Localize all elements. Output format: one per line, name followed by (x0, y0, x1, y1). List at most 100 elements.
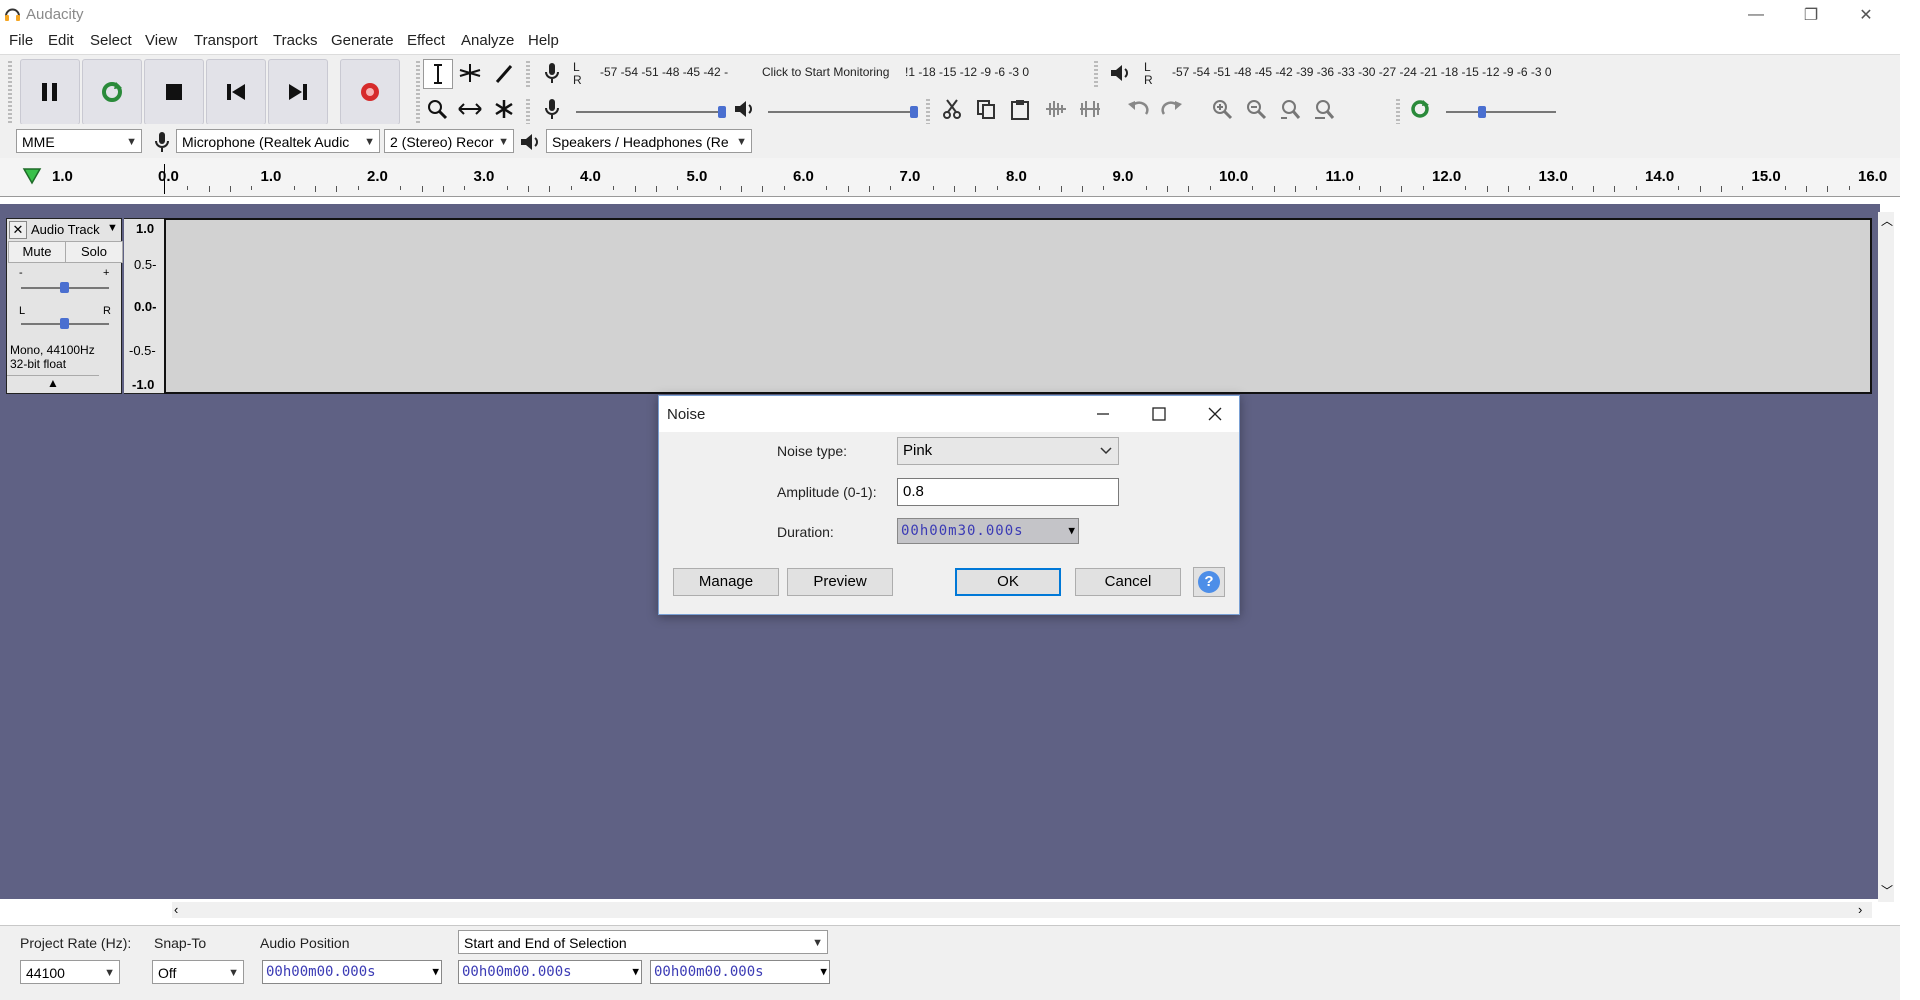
playback-volume-thumb[interactable] (910, 106, 918, 118)
dialog-minimize-icon[interactable] (1093, 404, 1113, 424)
minimize-button[interactable]: — (1728, 0, 1784, 29)
selection-start-value: 00h00m00.000s (462, 964, 572, 980)
play-head-icon[interactable] (22, 166, 42, 186)
mute-button[interactable]: Mute (8, 241, 66, 263)
zoom-out-icon[interactable] (1242, 95, 1270, 123)
fit-selection-icon[interactable] (1276, 95, 1304, 123)
toolbar-grip[interactable] (416, 61, 420, 129)
scroll-down-icon[interactable]: ﹀ (1881, 882, 1893, 899)
selection-start-field[interactable]: 00h00m00.000s ▼ (458, 960, 642, 984)
pan-slider-thumb[interactable] (60, 318, 69, 329)
duration-field[interactable]: 00h00m30.000s ▼ (897, 518, 1079, 544)
chevron-down-icon: ▼ (432, 965, 439, 978)
menu-effect[interactable]: Effect (407, 32, 445, 49)
gain-slider-thumb[interactable] (60, 282, 69, 293)
envelope-tool-icon[interactable] (456, 59, 484, 87)
close-button[interactable]: ✕ (1838, 0, 1894, 29)
skip-to-end-button[interactable] (268, 59, 328, 125)
amplitude-input[interactable]: 0.8 (897, 478, 1119, 506)
track-control-panel[interactable]: ✕ Audio Track ▼ Mute Solo - + L R Mono, … (6, 218, 123, 394)
toolbar-grip[interactable] (1094, 61, 1098, 89)
preview-button[interactable]: Preview (787, 568, 893, 596)
redo-icon[interactable] (1158, 95, 1186, 123)
scroll-left-icon[interactable]: ‹ (174, 902, 178, 917)
timeline-ruler[interactable]: 1.0 0.0 1.0 2.0 3.0 4.0 5.0 6.0 7.0 8.0 9.0 10.0 11… (0, 158, 1900, 197)
time-shift-tool-icon[interactable] (456, 95, 484, 123)
vertical-scrollbar[interactable]: ︿ ﹀ (1878, 212, 1894, 902)
playback-volume-slider[interactable] (768, 111, 918, 113)
ruler-tick-label: 12.0 (1432, 168, 1462, 185)
title-bar: Audacity — ❐ ✕ (0, 0, 1920, 29)
menu-help[interactable]: Help (528, 32, 559, 49)
selection-tool-icon[interactable] (423, 59, 453, 89)
recording-volume-thumb[interactable] (718, 106, 726, 118)
record-button[interactable] (340, 59, 400, 125)
toolbar-grip[interactable] (8, 61, 12, 129)
track-menu-chevron-icon[interactable]: ▼ (107, 222, 118, 234)
toolbar-grip[interactable] (526, 99, 530, 127)
menu-edit[interactable]: Edit (48, 32, 74, 49)
recording-volume-slider[interactable] (576, 111, 726, 113)
playback-device-select[interactable]: Speakers / Headphones (Re ▼ (546, 129, 752, 153)
menu-analyze[interactable]: Analyze (461, 32, 514, 49)
dialog-close-icon[interactable] (1205, 404, 1225, 424)
cancel-button[interactable]: Cancel (1075, 568, 1181, 596)
menu-generate[interactable]: Generate (331, 32, 394, 49)
menu-transport[interactable]: Transport (194, 32, 258, 49)
manage-button[interactable]: Manage (673, 568, 779, 596)
fit-project-icon[interactable] (1310, 95, 1338, 123)
ruler-minor-tick (336, 186, 338, 192)
undo-icon[interactable] (1124, 95, 1152, 123)
audio-host-select[interactable]: MME ▼ (16, 129, 142, 153)
recording-device-select[interactable]: Microphone (Realtek Audic ▼ (176, 129, 380, 153)
ruler-minor-tick (655, 186, 657, 192)
zoom-in-icon[interactable] (1208, 95, 1236, 123)
horizontal-scrollbar[interactable]: ‹ › (172, 902, 1872, 918)
menu-view[interactable]: View (145, 32, 177, 49)
recording-channels-select[interactable]: 2 (Stereo) Recor ▼ (384, 129, 514, 153)
paste-icon[interactable] (1006, 95, 1034, 123)
toolbar-grip[interactable] (926, 99, 930, 127)
collapse-track-button[interactable]: ▲ (7, 375, 99, 394)
solo-button[interactable]: Solo (65, 241, 123, 263)
skip-to-start-button[interactable] (206, 59, 266, 125)
track-name[interactable]: Audio Track (31, 222, 100, 237)
stop-button[interactable] (144, 59, 204, 125)
selection-end-field[interactable]: 00h00m00.000s ▼ (650, 960, 830, 984)
toolbar-grip[interactable] (526, 61, 530, 89)
multi-tool-icon[interactable] (490, 95, 518, 123)
record-meter-prompt[interactable]: Click to Start Monitoring (762, 65, 889, 79)
pause-button[interactable] (20, 59, 80, 125)
silence-audio-icon[interactable] (1076, 95, 1104, 123)
menu-select[interactable]: Select (90, 32, 132, 49)
selection-mode-select[interactable]: Start and End of Selection ▼ (458, 930, 828, 954)
scroll-up-icon[interactable]: ︿ (1881, 212, 1893, 229)
dialog-title-bar[interactable]: Noise (659, 396, 1239, 432)
play-at-speed-icon[interactable] (1406, 95, 1434, 123)
draw-tool-icon[interactable] (490, 59, 518, 87)
audio-position-field[interactable]: 00h00m00.000s ▼ (262, 960, 442, 984)
ok-button[interactable]: OK (955, 568, 1061, 596)
play-speed-thumb[interactable] (1478, 106, 1486, 118)
window-title: Audacity (26, 6, 84, 23)
dialog-maximize-icon[interactable] (1149, 404, 1169, 424)
project-rate-select[interactable]: 44100 ▼ (20, 960, 120, 984)
record-meter-mic-icon[interactable] (538, 59, 566, 87)
snap-to-select[interactable]: Off ▼ (152, 960, 244, 984)
trim-audio-icon[interactable] (1042, 95, 1070, 123)
copy-icon[interactable] (972, 95, 1000, 123)
menu-file[interactable]: File (9, 32, 33, 49)
zoom-tool-icon[interactable] (423, 95, 451, 123)
play-speed-slider[interactable] (1446, 111, 1556, 113)
playback-meter-speaker-icon[interactable] (1106, 59, 1134, 87)
menu-tracks[interactable]: Tracks (273, 32, 317, 49)
scroll-right-icon[interactable]: › (1858, 902, 1862, 917)
track-close-button[interactable]: ✕ (9, 221, 27, 239)
waveform-area[interactable] (164, 218, 1872, 394)
cut-icon[interactable] (938, 95, 966, 123)
toolbar-grip[interactable] (1396, 99, 1400, 127)
noise-type-select[interactable]: Pink (897, 437, 1119, 465)
restore-button[interactable]: ❐ (1783, 0, 1839, 29)
loop-play-button[interactable] (82, 59, 142, 125)
help-button[interactable]: ? (1193, 567, 1225, 597)
